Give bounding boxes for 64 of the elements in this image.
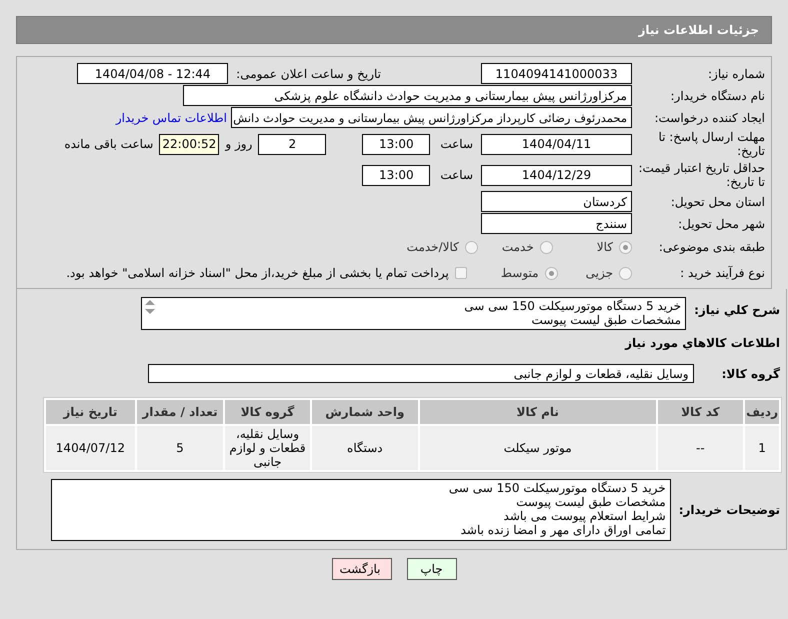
table-cell: 1: [745, 426, 779, 470]
reply-date-field[interactable]: 1404/04/11: [481, 134, 632, 154]
goods-group-field[interactable]: وسایل نقلیه، قطعات و لوازم جانبی: [148, 364, 694, 383]
radio-label: جزیی: [586, 266, 613, 280]
radio-button[interactable]: [544, 266, 558, 280]
radio-label: خدمت: [502, 240, 534, 254]
radio-button[interactable]: [540, 240, 553, 254]
days-field[interactable]: 2: [258, 134, 326, 154]
column-header: تاریخ نیاز: [46, 400, 135, 424]
column-header: ردیف: [745, 400, 779, 424]
radio-button[interactable]: [464, 240, 478, 254]
table-cell: موتور سیکلت: [420, 426, 656, 470]
field-label: تاریخ و ساعت اعلان عمومی:: [236, 66, 381, 80]
column-header: نام کالا: [420, 400, 656, 424]
field-label: ایجاد کننده درخواست:: [653, 110, 766, 124]
field-label: گروه کالا:: [722, 366, 780, 380]
field-label: شماره نیاز:: [707, 66, 766, 80]
table-cell: 1404/07/12: [46, 426, 135, 470]
table-cell: وسایل نقلیه، قطعات و لوازم جانبی: [225, 426, 310, 470]
field-label: ساعت: [440, 137, 473, 151]
back-button[interactable]: بازگشت: [332, 558, 392, 580]
field-label: شرح کلي نیاز:: [694, 303, 780, 317]
radio-label: کالا/خدمت: [406, 240, 459, 254]
scroll-arrows-icon[interactable]: [144, 299, 156, 315]
radio-button[interactable]: [619, 240, 632, 254]
section-heading: اطلاعات کالاهاي مورد نياز: [624, 336, 780, 350]
validity-date-field[interactable]: 1404/12/29: [481, 164, 632, 186]
field-label: مهلت ارسال پاسخ: تا تاریخ:: [657, 130, 766, 158]
radio-label: متوسط: [500, 266, 539, 280]
field-label: توضیحات خریدار:: [678, 503, 780, 517]
column-header: کد کالا: [658, 400, 744, 424]
field-label: ساعت باقی مانده: [64, 137, 154, 151]
radio-button[interactable]: [619, 266, 632, 280]
remaining-time-field[interactable]: 22:00:52: [159, 134, 220, 154]
province-field[interactable]: کردستان: [481, 191, 632, 212]
reply-time-field[interactable]: 13:00: [362, 134, 430, 154]
validity-time-field[interactable]: 13:00: [362, 164, 430, 186]
creator-field[interactable]: محمدرئوف رضائی کارپرداز مرکزاورژانس پیش بیمارستانی و مدیریت حوادث دانش: [231, 107, 632, 128]
field-label: نوع فرآیند خرید :: [679, 266, 766, 280]
field-label: استان محل تحویل:: [670, 194, 766, 208]
column-header: واحد شمارش: [312, 400, 418, 424]
field-label: نام دستگاه خریدار:: [670, 88, 766, 102]
field-label: ساعت: [440, 168, 473, 182]
need-number-field[interactable]: 1104094141000033: [481, 63, 632, 84]
column-header: تعداد / مقدار: [136, 400, 224, 424]
table-cell: --: [658, 426, 744, 470]
print-button[interactable]: چاپ: [406, 558, 456, 580]
checkbox[interactable]: [454, 267, 467, 279]
description-box[interactable]: خرید 5 دستگاه موتورسیکلت 150 سی سی مشخصات طبق لیست پیوست: [141, 297, 686, 330]
buyer-notes-box[interactable]: خرید 5 دستگاه موتورسیکلت 150 سی سی مشخصات طبق لیست پیوست شرایط استعلام پیوست می باشد تمامی اوراق دارای مهر و امضا زنده باشد: [50, 479, 671, 541]
column-header: گروه کالا: [225, 400, 310, 424]
field-label: شهر محل تحویل:: [677, 216, 766, 230]
field-label: حداقل تاریخ اعتبار قیمت: تا تاریخ:: [637, 161, 766, 189]
page-title: جزئیات اطلاعات نیاز: [16, 16, 772, 44]
radio-label: کالا: [596, 240, 613, 254]
buyer-contact-link[interactable]: اطلاعات تماس خریدار: [116, 110, 227, 124]
city-field[interactable]: سنندج: [481, 213, 632, 234]
table-cell: دستگاه: [312, 426, 418, 470]
field-label: طبقه بندی موضوعی:: [658, 240, 766, 254]
announce-date-field[interactable]: 1404/04/08 - 12:44: [77, 63, 228, 84]
table-cell: 5: [136, 426, 224, 470]
buyer-org-field[interactable]: مرکزاورژانس پیش بیمارستانی و مدیریت حوادث دانشگاه علوم پزشکی: [183, 85, 632, 106]
field-label: روز و: [225, 137, 252, 151]
checkbox-label: پرداخت تمام یا بخشی از مبلغ خرید،از محل "اسناد خزانه اسلامی" خواهد بود.: [66, 266, 449, 280]
